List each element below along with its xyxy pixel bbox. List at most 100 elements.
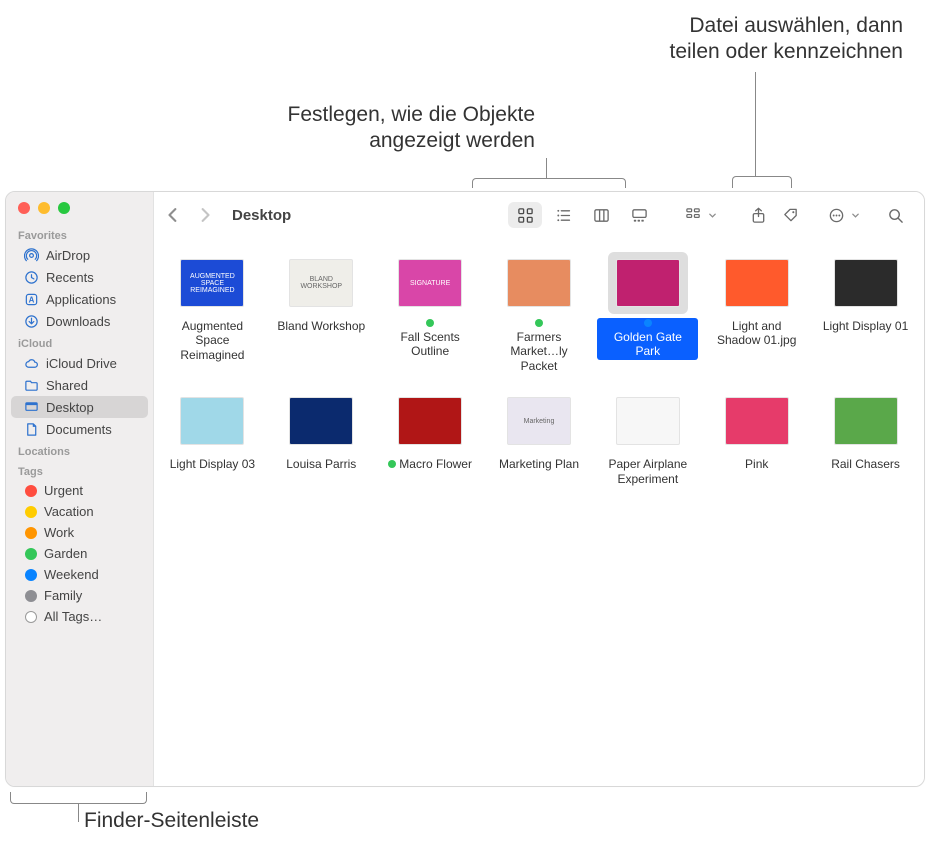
sidebar-item-work[interactable]: Work — [11, 522, 148, 543]
sidebar-item-label: Shared — [46, 378, 88, 393]
action-menu-button[interactable] — [821, 202, 851, 228]
sidebar-item-label: AirDrop — [46, 248, 90, 263]
sidebar-item-all-tags-[interactable]: All Tags… — [11, 606, 148, 627]
file-item[interactable]: Paper Airplane Experiment — [595, 388, 700, 493]
file-thumbnail: SIGNATURE — [398, 259, 462, 307]
sidebar-item-label: iCloud Drive — [46, 356, 117, 371]
sidebar-item-label: Family — [44, 588, 82, 603]
minimize-window-button[interactable] — [38, 202, 50, 214]
file-label: Rail Chasers — [828, 456, 903, 472]
file-thumbnail-wrapper — [281, 390, 361, 452]
file-item[interactable]: Pink — [704, 388, 809, 493]
file-label-text: Louisa Parris — [286, 457, 356, 471]
sidebar-item-vacation[interactable]: Vacation — [11, 501, 148, 522]
sidebar-item-weekend[interactable]: Weekend — [11, 564, 148, 585]
file-thumbnail-wrapper — [172, 390, 252, 452]
gallery-view-button[interactable] — [622, 202, 656, 228]
file-thumbnail — [834, 259, 898, 307]
sidebar-item-label: Vacation — [44, 504, 94, 519]
sidebar-item-urgent[interactable]: Urgent — [11, 480, 148, 501]
sidebar-item-label: Recents — [46, 270, 94, 285]
file-item[interactable]: Golden Gate Park — [595, 250, 700, 380]
file-tag-dot-icon — [426, 319, 434, 327]
search-button[interactable] — [878, 202, 912, 228]
desktop-icon — [23, 399, 39, 415]
group-by-button[interactable] — [678, 202, 708, 228]
sidebar-item-downloads[interactable]: Downloads — [11, 310, 148, 332]
file-thumbnail-wrapper: BLAND WORKSHOP — [281, 252, 361, 314]
window-title: Desktop — [232, 207, 291, 224]
file-item[interactable]: AUGMENTED SPACE REIMAGINEDAugmented Spac… — [160, 250, 265, 380]
file-label: Louisa Parris — [283, 456, 359, 472]
forward-button[interactable] — [198, 208, 212, 222]
sidebar-item-documents[interactable]: Documents — [11, 418, 148, 440]
file-label: Farmers Market…ly Packet — [489, 318, 590, 374]
file-item[interactable]: Light Display 01 — [813, 250, 918, 380]
callout-line — [78, 804, 79, 822]
file-label-text: Fall Scents Outline — [383, 330, 478, 359]
tag-button[interactable] — [775, 202, 805, 228]
file-item[interactable]: BLAND WORKSHOP Bland Workshop — [269, 250, 374, 380]
callout-view-mode: Festlegen, wie die Objekte angezeigt wer… — [175, 102, 535, 155]
tag-color-icon — [25, 506, 37, 518]
sidebar-item-label: Desktop — [46, 400, 94, 415]
file-label-text: Golden Gate Park — [600, 330, 695, 359]
sidebar-section-header: Locations — [6, 440, 153, 460]
file-item[interactable]: Macro Flower — [378, 388, 483, 493]
window-controls — [6, 198, 153, 224]
sidebar-item-applications[interactable]: AApplications — [11, 288, 148, 310]
icon-view-button[interactable] — [508, 202, 542, 228]
file-thumbnail: AUGMENTED SPACE REIMAGINED — [180, 259, 244, 307]
list-view-button[interactable] — [546, 202, 580, 228]
tag-color-icon — [25, 548, 37, 560]
sidebar-item-desktop[interactable]: Desktop — [11, 396, 148, 418]
tag-color-icon — [25, 569, 37, 581]
file-item[interactable]: Farmers Market…ly Packet — [487, 250, 592, 380]
file-label: Light Display 03 — [167, 456, 258, 472]
file-label-text: Bland Workshop — [277, 319, 365, 333]
sidebar-item-label: Downloads — [46, 314, 110, 329]
sidebar-section-header: Tags — [6, 460, 153, 480]
sidebar-section-header: iCloud — [6, 332, 153, 352]
sidebar-item-garden[interactable]: Garden — [11, 543, 148, 564]
file-item[interactable]: Rail Chasers — [813, 388, 918, 493]
doc-icon — [23, 421, 39, 437]
file-label: Marketing Plan — [496, 456, 582, 472]
tag-color-icon — [25, 527, 37, 539]
main-area: Desktop — [154, 192, 924, 786]
file-item[interactable]: Light and Shadow 01.jpg — [704, 250, 809, 380]
file-thumbnail-wrapper — [608, 252, 688, 314]
sidebar-item-recents[interactable]: Recents — [11, 266, 148, 288]
callout-line — [755, 72, 756, 176]
file-item[interactable]: Louisa Parris — [269, 388, 374, 493]
content-area[interactable]: AUGMENTED SPACE REIMAGINEDAugmented Spac… — [154, 238, 924, 786]
file-thumbnail — [289, 397, 353, 445]
file-label-text: Rail Chasers — [831, 457, 900, 471]
sidebar-item-family[interactable]: Family — [11, 585, 148, 606]
close-window-button[interactable] — [18, 202, 30, 214]
file-item[interactable]: Light Display 03 — [160, 388, 265, 493]
sidebar-item-airdrop[interactable]: AirDrop — [11, 244, 148, 266]
app-icon: A — [23, 291, 39, 307]
folder-icon — [23, 377, 39, 393]
file-thumbnail-wrapper: SIGNATURE — [390, 252, 470, 314]
sidebar-item-shared[interactable]: Shared — [11, 374, 148, 396]
sidebar-item-icloud-drive[interactable]: iCloud Drive — [11, 352, 148, 374]
back-button[interactable] — [166, 208, 180, 222]
column-view-button[interactable] — [584, 202, 618, 228]
share-button[interactable] — [743, 202, 773, 228]
download-icon — [23, 313, 39, 329]
file-thumbnail-wrapper: AUGMENTED SPACE REIMAGINED — [172, 252, 252, 314]
file-item[interactable]: MarketingMarketing Plan — [487, 388, 592, 493]
callout-bracket — [732, 176, 792, 188]
file-thumbnail: BLAND WORKSHOP — [289, 259, 353, 307]
zoom-window-button[interactable] — [58, 202, 70, 214]
file-thumbnail — [834, 397, 898, 445]
file-thumbnail — [725, 397, 789, 445]
file-label-text: Light Display 01 — [823, 319, 908, 333]
callout-line — [546, 158, 547, 178]
file-thumbnail-wrapper — [826, 252, 906, 314]
file-label-text: Macro Flower — [399, 457, 472, 471]
file-item[interactable]: SIGNATURE Fall Scents Outline — [378, 250, 483, 380]
all-tags-icon — [25, 611, 37, 623]
